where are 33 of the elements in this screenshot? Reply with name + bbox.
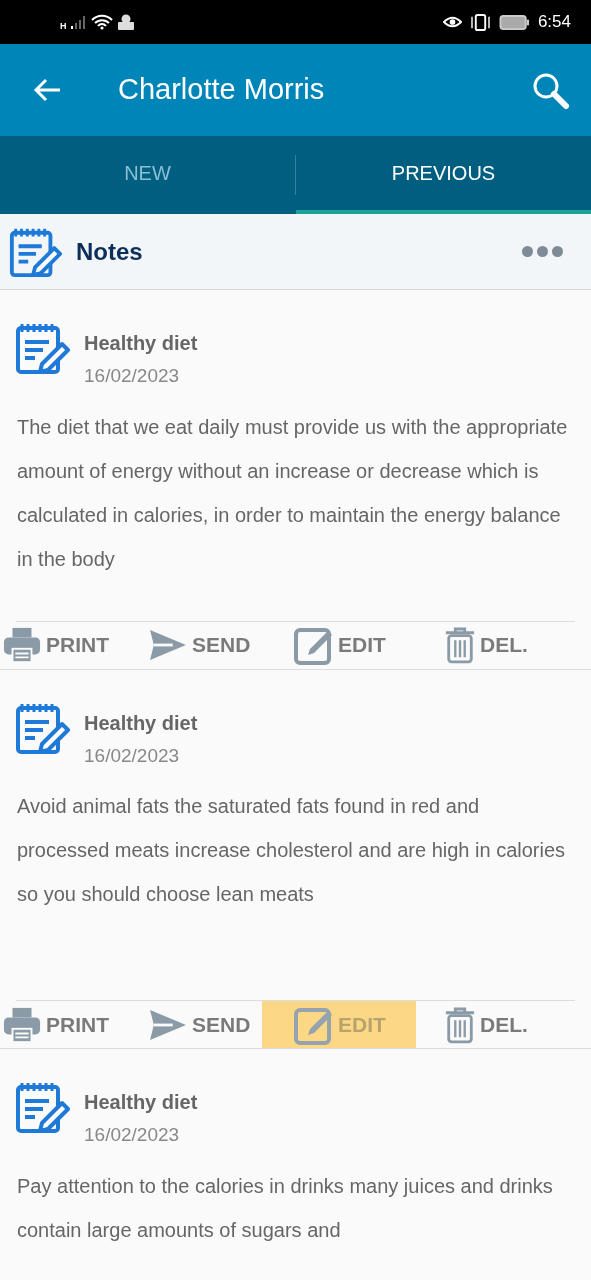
- wifi-icon: [90, 14, 113, 30]
- tab[interactable]: NEW: [0, 136, 295, 214]
- send-button[interactable]: SEND: [130, 621, 262, 669]
- send-icon: [148, 1007, 188, 1042]
- vibrate-icon: [469, 13, 491, 31]
- note-body: Pay attention to the calories in drinks many juices and drinks contain large amounts of sugars and: [16, 1173, 554, 1243]
- send-button[interactable]: SEND: [130, 1001, 262, 1048]
- printer-icon: [2, 626, 42, 664]
- section-title: Notes: [76, 236, 144, 267]
- note-date: 16/02/2023: [84, 364, 180, 388]
- app-title: Charlotte Morris: [118, 72, 326, 108]
- network-type: H: [60, 20, 67, 34]
- delete-button[interactable]: DEL.: [416, 1001, 591, 1048]
- printer-icon: [2, 1005, 42, 1044]
- send-icon: [148, 628, 188, 662]
- search-button[interactable]: [531, 71, 569, 109]
- print-button[interactable]: PRINT: [0, 1001, 130, 1048]
- note-title: Healthy diet: [84, 1090, 198, 1115]
- note-body: The diet that we eat daily must provide us with the appropriate amount of energy without an increase or decrease which is calculated in calories, in order to maintain the energy balance in the body: [16, 414, 569, 572]
- signal-icon: [70, 15, 87, 29]
- edit-button[interactable]: EDIT: [262, 621, 416, 669]
- eye-icon: [442, 15, 462, 29]
- battery-icon: [498, 14, 530, 30]
- note-title: Healthy diet: [84, 710, 198, 736]
- delete-button[interactable]: DEL.: [416, 621, 591, 669]
- note-date: 16/02/2023: [84, 743, 180, 768]
- print-button[interactable]: PRINT: [0, 621, 130, 669]
- note-date: 16/02/2023: [84, 1123, 180, 1147]
- clock-time: 6:54: [537, 11, 571, 34]
- edit-icon: [294, 625, 334, 665]
- trash-icon: [444, 625, 476, 665]
- note-body: Avoid animal fats the saturated fats found in red and processed meats increase cholesterol and are high in calories so you should choose lean meats: [16, 794, 567, 907]
- note-title: Healthy diet: [84, 331, 198, 356]
